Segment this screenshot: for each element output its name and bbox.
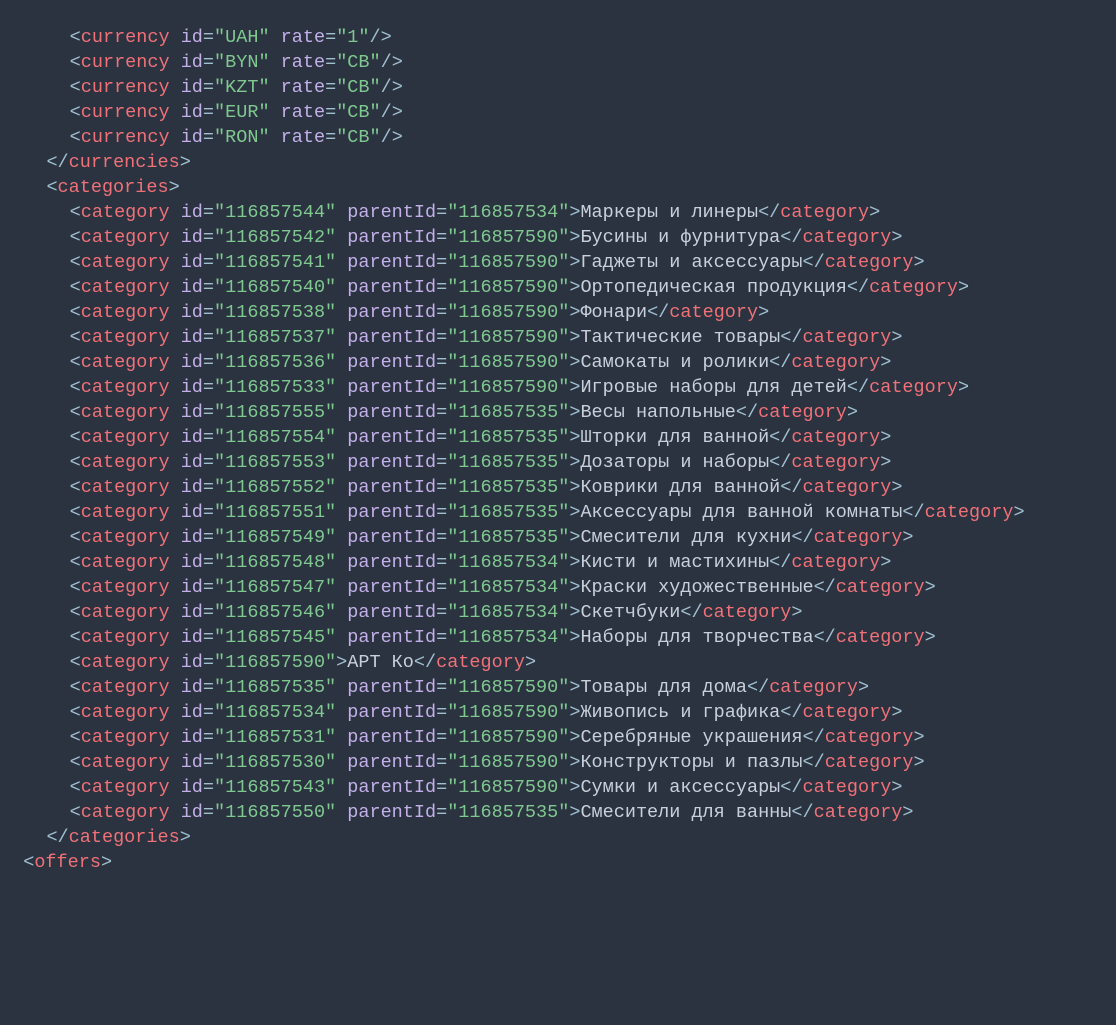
category-line: <category id="116857531" parentId="11685… — [0, 725, 1116, 750]
category-line: <category id="116857590">АРТ Ко</categor… — [0, 650, 1116, 675]
currency-line: <currency id="KZT" rate="CB"/> — [0, 75, 1116, 100]
xml-code-block: <currency id="UAH" rate="1"/> <currency … — [0, 25, 1116, 875]
category-line: <category id="116857552" parentId="11685… — [0, 475, 1116, 500]
category-line: <category id="116857544" parentId="11685… — [0, 200, 1116, 225]
category-line: <category id="116857542" parentId="11685… — [0, 225, 1116, 250]
category-line: <category id="116857553" parentId="11685… — [0, 450, 1116, 475]
category-line: <category id="116857540" parentId="11685… — [0, 275, 1116, 300]
category-line: <category id="116857535" parentId="11685… — [0, 675, 1116, 700]
category-line: <category id="116857530" parentId="11685… — [0, 750, 1116, 775]
categories-open: <categories> — [0, 175, 1116, 200]
category-line: <category id="116857536" parentId="11685… — [0, 350, 1116, 375]
category-line: <category id="116857551" parentId="11685… — [0, 500, 1116, 525]
category-line: <category id="116857547" parentId="11685… — [0, 575, 1116, 600]
currency-line: <currency id="UAH" rate="1"/> — [0, 25, 1116, 50]
categories-close: </categories> — [0, 825, 1116, 850]
offers-open: <offers> — [0, 850, 1116, 875]
category-line: <category id="116857548" parentId="11685… — [0, 550, 1116, 575]
category-line: <category id="116857537" parentId="11685… — [0, 325, 1116, 350]
category-line: <category id="116857545" parentId="11685… — [0, 625, 1116, 650]
category-line: <category id="116857546" parentId="11685… — [0, 600, 1116, 625]
currency-line: <currency id="RON" rate="CB"/> — [0, 125, 1116, 150]
category-line: <category id="116857541" parentId="11685… — [0, 250, 1116, 275]
category-line: <category id="116857533" parentId="11685… — [0, 375, 1116, 400]
category-line: <category id="116857549" parentId="11685… — [0, 525, 1116, 550]
category-line: <category id="116857550" parentId="11685… — [0, 800, 1116, 825]
currency-line: <currency id="EUR" rate="CB"/> — [0, 100, 1116, 125]
currencies-close: </currencies> — [0, 150, 1116, 175]
currency-line: <currency id="BYN" rate="CB"/> — [0, 50, 1116, 75]
category-line: <category id="116857554" parentId="11685… — [0, 425, 1116, 450]
category-line: <category id="116857555" parentId="11685… — [0, 400, 1116, 425]
category-line: <category id="116857538" parentId="11685… — [0, 300, 1116, 325]
category-line: <category id="116857543" parentId="11685… — [0, 775, 1116, 800]
category-line: <category id="116857534" parentId="11685… — [0, 700, 1116, 725]
